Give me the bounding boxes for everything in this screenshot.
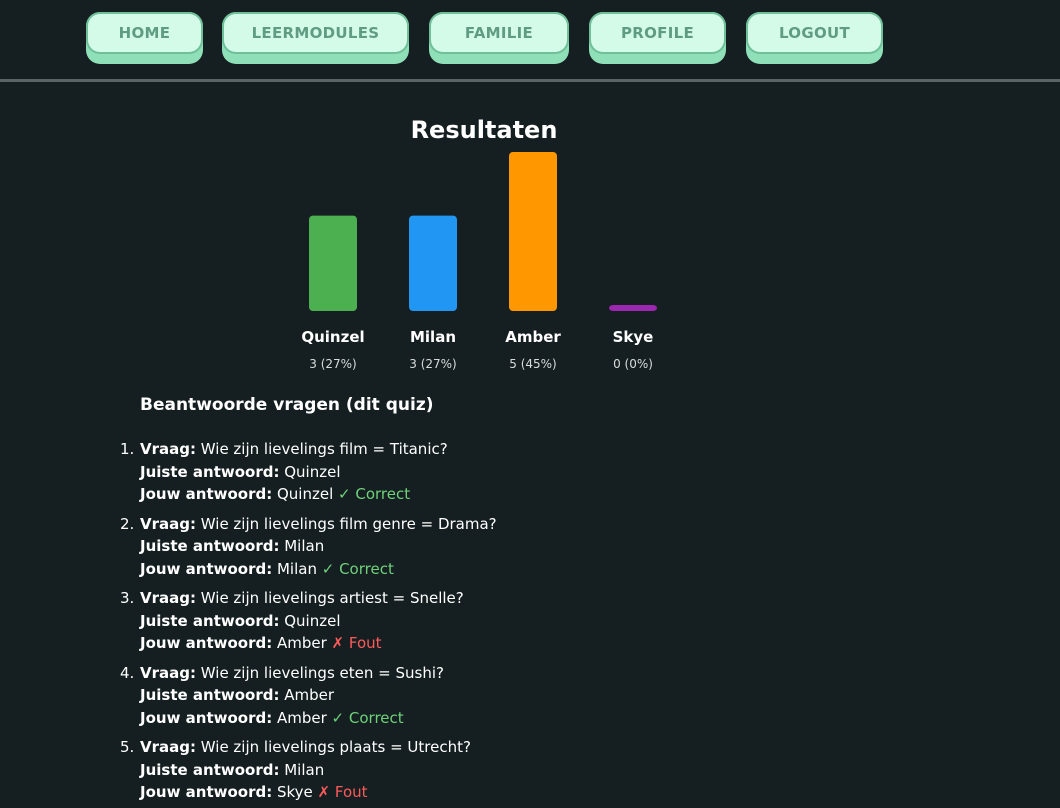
answered-questions-list: 1. Vraag: Wie zijn lievelings film = Tita… bbox=[120, 438, 720, 808]
top-nav: HOME LEERMODULES FAMILIE PROFILE LOGOUT bbox=[0, 0, 1060, 82]
list-item: 4. Vraag: Wie zijn lievelings eten = Sush… bbox=[120, 662, 720, 730]
field-label: Juiste antwoord: bbox=[140, 760, 280, 779]
nav-profile-button[interactable]: PROFILE bbox=[589, 12, 726, 64]
answer-line: Jouw antwoord: Quinzel ✓ Correct bbox=[140, 483, 720, 506]
field-label: Jouw antwoord: bbox=[140, 634, 273, 652]
value-label-quinzel: 3 (27%) bbox=[309, 357, 356, 371]
field-value: Amber bbox=[272, 634, 327, 652]
list-item: 2. Vraag: Wie zijn lievelings film genre … bbox=[120, 513, 720, 581]
field-label: Vraag: bbox=[140, 738, 196, 756]
nav-home-button[interactable]: HOME bbox=[86, 12, 203, 64]
question-number: 2. bbox=[120, 514, 135, 533]
field-value: Wie zijn lievelings eten = Sushi? bbox=[196, 663, 444, 682]
field-value: Milan bbox=[279, 537, 325, 555]
field-label: Juiste antwoord: bbox=[140, 462, 280, 481]
answer-line: Vraag: Wie zijn lievelings film = Titani… bbox=[140, 438, 720, 461]
answer-line: Vraag: Wie zijn lievelings eten = Sushi? bbox=[140, 662, 720, 685]
answer-line: Juiste antwoord: Milan bbox=[140, 535, 720, 558]
field-label: Juiste antwoord: bbox=[140, 611, 280, 630]
field-value: Quinzel bbox=[279, 462, 341, 481]
verdict-wrong: ✗ Fout bbox=[312, 783, 368, 801]
nav-leermodules-button[interactable]: LEERMODULES bbox=[222, 12, 409, 64]
field-label: Jouw antwoord: bbox=[140, 708, 273, 727]
nav-home-label[interactable]: HOME bbox=[86, 12, 203, 54]
value-label-milan: 3 (27%) bbox=[409, 357, 456, 371]
question-number: 5. bbox=[120, 738, 135, 756]
verdict-correct: ✓ Correct bbox=[333, 485, 411, 503]
category-label-milan: Milan bbox=[410, 328, 456, 346]
bar-skye bbox=[609, 305, 657, 311]
field-label: Vraag: bbox=[140, 440, 196, 458]
question-number: 1. bbox=[120, 440, 135, 458]
field-value: Amber bbox=[272, 708, 327, 727]
answered-questions-title: Beantwoorde vragen (dit quiz) bbox=[140, 395, 434, 415]
list-item: 5. Vraag: Wie zijn lievelings plaats = Ut… bbox=[120, 736, 720, 804]
answer-line: Juiste antwoord: Quinzel bbox=[140, 461, 720, 484]
field-label: Vraag: bbox=[140, 589, 196, 607]
field-value: Milan bbox=[279, 760, 325, 779]
category-label-amber: Amber bbox=[505, 328, 561, 346]
nav-profile-label[interactable]: PROFILE bbox=[589, 12, 726, 54]
answer-line: Juiste antwoord: Quinzel bbox=[140, 610, 720, 633]
bar-quinzel bbox=[309, 215, 357, 311]
field-value: Milan bbox=[272, 559, 317, 578]
value-label-skye: 0 (0%) bbox=[613, 357, 653, 371]
question-number: 3. bbox=[120, 589, 135, 607]
category-label-skye: Skye bbox=[613, 328, 654, 346]
field-value: Wie zijn lievelings film genre = Drama? bbox=[196, 514, 497, 533]
field-label: Vraag: bbox=[140, 514, 196, 533]
field-label: Vraag: bbox=[140, 663, 196, 682]
answer-line: Jouw antwoord: Milan ✓ Correct bbox=[140, 558, 720, 581]
field-label: Juiste antwoord: bbox=[140, 537, 280, 555]
nav-familie-label[interactable]: FAMILIE bbox=[429, 12, 569, 54]
field-value: Wie zijn lievelings film = Titanic? bbox=[196, 440, 448, 458]
value-label-amber: 5 (45%) bbox=[509, 357, 556, 371]
answer-line: Vraag: Wie zijn lievelings plaats = Utre… bbox=[140, 736, 720, 759]
field-label: Jouw antwoord: bbox=[140, 559, 273, 578]
bar-amber bbox=[509, 152, 557, 311]
answer-line: Vraag: Wie zijn lievelings film genre = … bbox=[140, 513, 720, 536]
verdict-correct: ✓ Correct bbox=[326, 708, 404, 727]
answer-line: Jouw antwoord: Amber ✓ Correct bbox=[140, 707, 720, 730]
field-value: Amber bbox=[279, 686, 335, 704]
list-item: 1. Vraag: Wie zijn lievelings film = Tita… bbox=[120, 438, 720, 506]
question-number: 4. bbox=[120, 663, 135, 682]
field-value: Quinzel bbox=[279, 611, 341, 630]
answer-line: Jouw antwoord: Skye ✗ Fout bbox=[140, 781, 720, 804]
answer-line: Jouw antwoord: Amber ✗ Fout bbox=[140, 632, 720, 655]
nav-logout-button[interactable]: LOGOUT bbox=[746, 12, 883, 64]
results-bar-chart: Quinzel 3 (27%) Milan 3 (27%) Amber 5 (45%) Sk… bbox=[301, 152, 657, 371]
bar-milan bbox=[409, 215, 457, 311]
field-value: Wie zijn lievelings artiest = Snelle? bbox=[196, 589, 464, 607]
nav-logout-label[interactable]: LOGOUT bbox=[746, 12, 883, 54]
answer-line: Juiste antwoord: Amber bbox=[140, 684, 720, 707]
answer-line: Vraag: Wie zijn lievelings artiest = Sne… bbox=[140, 587, 720, 610]
field-value: Wie zijn lievelings plaats = Utrecht? bbox=[196, 738, 471, 756]
nav-leermodules-label[interactable]: LEERMODULES bbox=[222, 12, 409, 54]
field-value: Quinzel bbox=[272, 485, 334, 503]
verdict-correct: ✓ Correct bbox=[316, 559, 394, 578]
nav-familie-button[interactable]: FAMILIE bbox=[429, 12, 569, 64]
list-item: 3. Vraag: Wie zijn lievelings artiest = S… bbox=[120, 587, 720, 655]
field-label: Jouw antwoord: bbox=[140, 783, 273, 801]
field-label: Jouw antwoord: bbox=[140, 485, 273, 503]
field-value: Skye bbox=[272, 783, 313, 801]
field-label: Juiste antwoord: bbox=[140, 686, 280, 704]
verdict-wrong: ✗ Fout bbox=[326, 634, 382, 652]
category-label-quinzel: Quinzel bbox=[301, 328, 364, 346]
answer-line: Juiste antwoord: Milan bbox=[140, 759, 720, 782]
